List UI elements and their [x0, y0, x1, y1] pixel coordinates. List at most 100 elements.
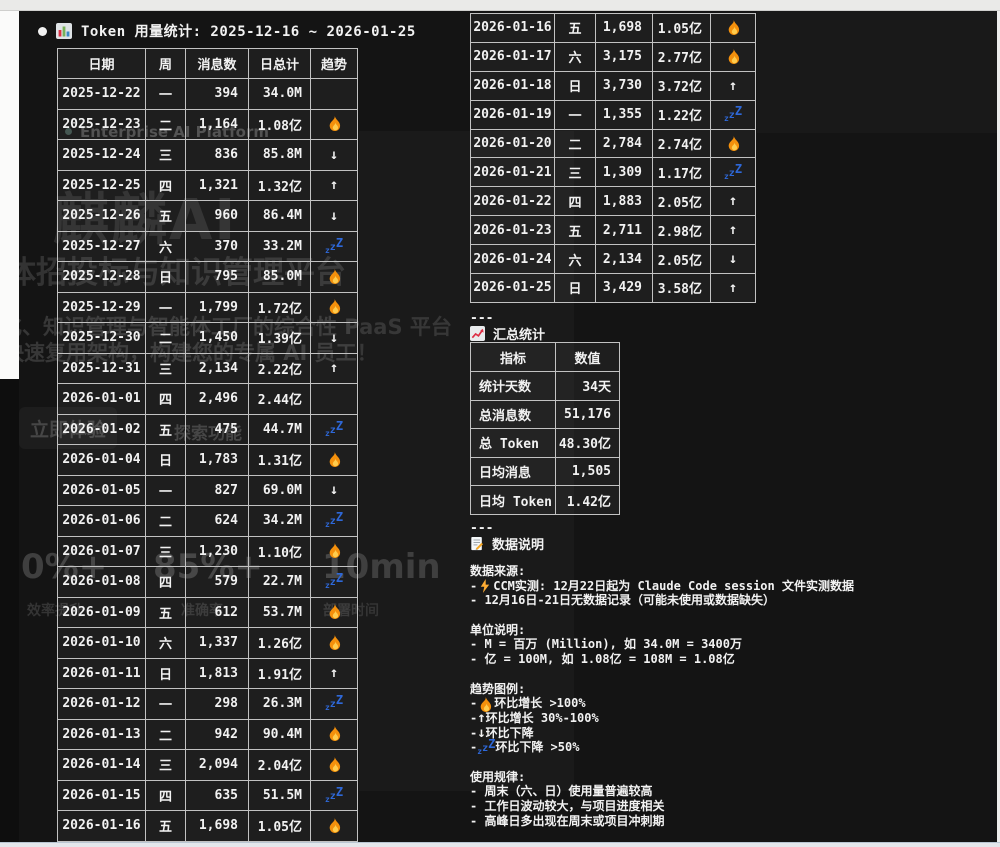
column-header: 趋势	[311, 49, 358, 79]
table-cell: 六	[146, 628, 186, 659]
table-cell: 86.4M	[249, 201, 311, 232]
sleep-zzz-icon: zzZ	[325, 240, 343, 253]
table-row: 2026-01-16五1,6981.05亿	[471, 14, 756, 43]
trend-cell	[311, 384, 358, 415]
table-cell: 三	[146, 353, 186, 384]
table-cell: 1.32亿	[249, 170, 311, 201]
note-line: - 12月16日-21日无数据记录（可能未使用或数据缺失）	[470, 593, 854, 608]
table-cell: 2026-01-20	[471, 129, 555, 158]
table-cell: 日均消息	[471, 457, 556, 486]
note-text: 环比下降 >50%	[495, 740, 579, 755]
note-bullet: -	[470, 740, 477, 755]
table-cell: 3,175	[596, 42, 653, 71]
table-row: 2026-01-14三2,0942.04亿	[58, 750, 358, 781]
column-header: 数值	[556, 343, 620, 372]
notes-heading: 数据说明	[470, 534, 544, 553]
table-cell: 2025-12-29	[58, 292, 146, 323]
trend-cell: ↑	[311, 353, 358, 384]
table-row: 2026-01-15四63551.5MzzZ	[58, 780, 358, 811]
token-usage-table-left: 日期周消息数日总计趋势2025-12-22一39434.0M2025-12-23…	[57, 48, 358, 842]
trend-cell: zzZ	[311, 689, 358, 720]
trend-cell	[311, 750, 358, 781]
table-row: 2026-01-08四57922.7MzzZ	[58, 567, 358, 598]
table-row: 2026-01-02五47544.7MzzZ	[58, 414, 358, 445]
table-row: 2026-01-20二2,7842.74亿	[471, 129, 756, 158]
table-row: 2026-01-05一82769.0M↓	[58, 475, 358, 506]
table-cell: 2.22亿	[249, 353, 311, 384]
column-header: 周	[146, 49, 186, 79]
table-row: 2025-12-24三83685.8M↓	[58, 140, 358, 171]
trend-cell	[311, 536, 358, 567]
trend-cell	[711, 14, 756, 43]
table-cell: 日	[146, 262, 186, 293]
table-cell: 六	[555, 245, 596, 274]
up-arrow-icon: ↑	[729, 280, 737, 296]
fire-icon	[328, 603, 341, 619]
sleep-zzz-icon: zzZ	[724, 166, 742, 179]
table-cell: 85.0M	[249, 262, 311, 293]
table-cell: 1.10亿	[249, 536, 311, 567]
trend-cell: zzZ	[311, 414, 358, 445]
note-block-title: 数据来源:	[470, 564, 854, 579]
table-cell: 1.39亿	[249, 323, 311, 354]
down-arrow-icon: ↓	[330, 330, 338, 346]
note-block-title: 单位说明:	[470, 623, 854, 638]
table-cell: 22.7M	[249, 567, 311, 598]
token-usage-table-right: 2026-01-16五1,6981.05亿 2026-01-17六3,1752.…	[470, 13, 756, 303]
note-line: - ↓ 环比下降	[470, 726, 854, 741]
table-cell: 2026-01-24	[471, 245, 555, 274]
fire-icon	[727, 135, 740, 151]
sleep-zzz-icon: zzZ	[325, 423, 343, 436]
table-row: 2025-12-25四1,3211.32亿↑	[58, 170, 358, 201]
table-cell: 2026-01-04	[58, 445, 146, 476]
trend-cell	[711, 42, 756, 71]
table-cell: 624	[186, 506, 249, 537]
table-cell: 1.17亿	[653, 158, 711, 187]
trend-cell: ↑	[711, 216, 756, 245]
table-cell: 1,355	[596, 100, 653, 129]
column-header: 日总计	[249, 49, 311, 79]
table-cell: 69.0M	[249, 475, 311, 506]
table-cell: 日	[146, 658, 186, 689]
trend-cell	[311, 292, 358, 323]
table-cell: 2026-01-16	[471, 14, 555, 43]
up-arrow-icon: ↑	[729, 78, 737, 94]
table-cell: 2026-01-10	[58, 628, 146, 659]
table-cell: 2.77亿	[653, 42, 711, 71]
table-cell: 1,505	[556, 457, 620, 486]
table-cell: 1,813	[186, 658, 249, 689]
table-row: 2026-01-06二62434.2MzzZ	[58, 506, 358, 537]
trend-cell	[311, 445, 358, 476]
table-row: 2025-12-23二1,1641.08亿	[58, 109, 358, 140]
table-cell: 2026-01-23	[471, 216, 555, 245]
note-text: CCM实测: 12月22日起为 Claude Code session 文件实测…	[493, 579, 854, 594]
down-arrow-icon: ↓	[729, 251, 737, 267]
table-cell: 1,164	[186, 109, 249, 140]
table-row: 2026-01-23五2,7112.98亿↑	[471, 216, 756, 245]
table-cell: 2026-01-08	[58, 567, 146, 598]
fire-icon	[328, 725, 341, 741]
table-row: 2025-12-27六37033.2MzzZ	[58, 231, 358, 262]
note-line: - 周末（六、日）使用量普遍较高	[470, 784, 854, 799]
table-cell: 2025-12-28	[58, 262, 146, 293]
table-cell: 51.5M	[249, 780, 311, 811]
terminal-window[interactable]: Enterprise AI Platform 麒麟AI 体招投标与知识管理平台 …	[19, 11, 997, 842]
table-cell: 四	[146, 567, 186, 598]
table-cell: 2026-01-07	[58, 536, 146, 567]
table-cell: 2026-01-22	[471, 187, 555, 216]
table-cell: 2026-01-15	[58, 780, 146, 811]
table-cell: 48.30亿	[556, 429, 620, 458]
table-cell: 1,783	[186, 445, 249, 476]
table-cell: 3,730	[596, 71, 653, 100]
summary-heading-text: 汇总统计	[493, 324, 545, 343]
up-arrow-icon: ↑	[330, 360, 338, 376]
table-cell: 1,799	[186, 292, 249, 323]
table-cell: 一	[146, 292, 186, 323]
table-cell: 五	[555, 216, 596, 245]
note-bullet: -	[470, 711, 477, 726]
table-cell: 2.74亿	[653, 129, 711, 158]
table-cell: 1.72亿	[249, 292, 311, 323]
table-row: 2026-01-17六3,1752.77亿	[471, 42, 756, 71]
trend-cell: zzZ	[311, 231, 358, 262]
down-arrow-icon: ↓	[477, 726, 485, 741]
